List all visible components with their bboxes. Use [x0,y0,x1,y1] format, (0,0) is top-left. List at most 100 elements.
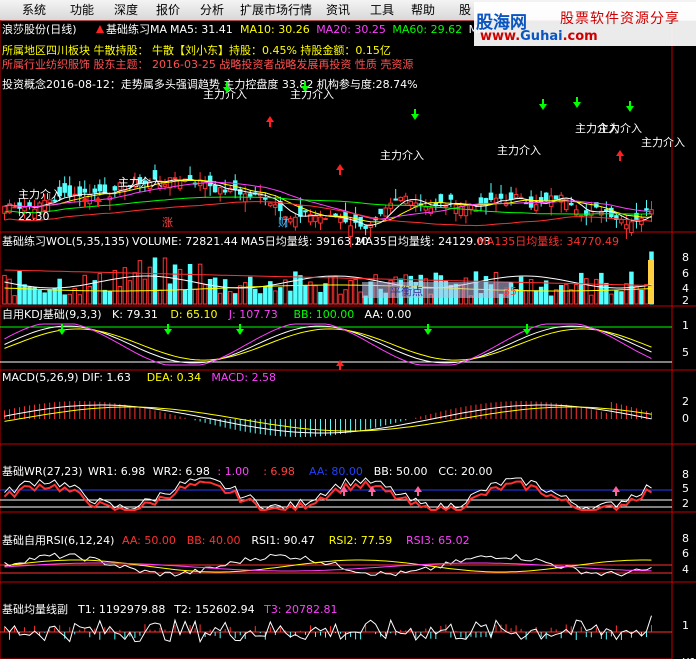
volume-bar[interactable] [338,293,343,305]
candle-body[interactable] [102,184,108,194]
volume-bar[interactable] [543,280,549,305]
menu-item-5[interactable]: 扩展市场行情 [240,2,312,18]
volume-bar[interactable] [107,290,113,305]
volume-bar[interactable] [232,293,238,305]
menu-item-6[interactable]: 资讯 [326,2,350,18]
candle-body[interactable] [393,198,398,201]
volume-bar[interactable] [192,288,198,305]
volume-bar[interactable] [574,284,579,305]
volume-bar[interactable] [358,291,363,305]
volume-bar[interactable] [328,275,333,305]
volume-bar[interactable] [167,283,173,305]
volume-bar[interactable] [553,289,559,305]
volume-bar[interactable] [333,275,338,305]
candle-body[interactable] [493,197,499,203]
volume-bar[interactable] [568,289,574,305]
candle-body[interactable] [217,187,223,195]
candle-body[interactable] [202,182,208,190]
candle-body[interactable] [423,206,429,211]
candle-body[interactable] [463,204,469,217]
volume-bar[interactable] [278,287,283,305]
volume-bar[interactable] [563,284,569,305]
volume-bar[interactable] [288,290,293,305]
volume-bar[interactable] [594,278,599,305]
volume-bar[interactable] [202,284,208,305]
volume-bar[interactable] [639,289,644,305]
volume-bar[interactable] [253,288,258,305]
candle-body[interactable] [438,194,444,203]
volume-bar[interactable] [182,289,188,305]
candle-body[interactable] [263,197,268,200]
volume-bar[interactable] [323,283,328,305]
candle-body[interactable] [242,193,248,203]
volume-bar[interactable] [624,283,629,305]
candle-body[interactable] [383,207,388,217]
volume-bar[interactable] [523,290,529,305]
volume-bar[interactable] [207,278,213,305]
menu-item-8[interactable]: 帮助 [411,2,435,18]
candle-body[interactable] [629,221,634,233]
volume-bar[interactable] [152,257,158,305]
candle-body[interactable] [538,197,544,203]
volume-bar[interactable] [313,285,318,305]
candle-body[interactable] [293,216,298,228]
volume-bar[interactable] [644,284,649,305]
candle-body[interactable] [177,179,183,190]
candle-body[interactable] [112,186,118,191]
chart-canvas[interactable]: 浪莎股份(日线) 基础练习MA MA5: 31.41 MA10: 30.26 MA20:… [0,20,696,659]
candle-body[interactable] [62,183,67,193]
volume-bar[interactable] [172,264,178,305]
volume-bar[interactable] [538,286,544,305]
candle-body[interactable] [528,196,534,208]
candle-body[interactable] [268,202,273,207]
volume-bar[interactable] [147,266,153,305]
volume-bar[interactable] [37,290,42,305]
volume-bar[interactable] [303,285,308,305]
volume-bar[interactable] [82,274,88,305]
candle-body[interactable] [458,205,464,217]
volume-bar[interactable] [614,290,619,305]
volume-bar[interactable] [353,278,358,305]
candle-body[interactable] [478,197,484,205]
candle-body[interactable] [97,184,103,192]
volume-bar[interactable] [248,276,253,305]
volume-bar[interactable] [609,293,614,305]
candle-body[interactable] [619,219,624,224]
candle-body[interactable] [162,183,168,187]
volume-bar[interactable] [2,274,7,305]
volume-bar[interactable] [32,287,37,305]
candle-body[interactable] [388,202,393,209]
volume-bar[interactable] [589,294,594,305]
volume-bar[interactable] [619,291,624,305]
candle-body[interactable] [363,225,368,229]
volume-bar[interactable] [273,290,278,305]
candle-body[interactable] [172,177,178,180]
volume-bar[interactable] [222,279,228,305]
candle-body[interactable] [448,194,454,200]
menu-item-3[interactable]: 报价 [156,2,180,18]
volume-bar[interactable] [548,295,554,305]
volume-bar[interactable] [533,290,539,305]
candle-body[interactable] [513,193,519,199]
candle-body[interactable] [17,202,22,209]
candle-body[interactable] [27,202,32,207]
volume-bar[interactable] [67,293,72,305]
menu-item-9[interactable]: 股 [459,2,471,18]
candle-body[interactable] [553,195,559,200]
candle-body[interactable] [12,206,17,209]
volume-bar[interactable] [117,286,123,305]
volume-bar[interactable] [27,286,32,305]
volume-bar[interactable] [197,263,203,305]
volume-bar[interactable] [348,279,353,305]
volume-bar[interactable] [242,282,248,305]
candle-body[interactable] [498,193,504,199]
candle-body[interactable] [543,192,549,201]
volume-bar[interactable] [142,278,148,305]
candle-body[interactable] [468,204,474,210]
candle-body[interactable] [403,195,408,205]
volume-bar[interactable] [62,294,67,305]
volume-bar[interactable] [162,257,168,305]
candle-body[interactable] [288,218,293,223]
candle-body[interactable] [323,218,328,221]
volume-bar[interactable] [227,291,233,305]
